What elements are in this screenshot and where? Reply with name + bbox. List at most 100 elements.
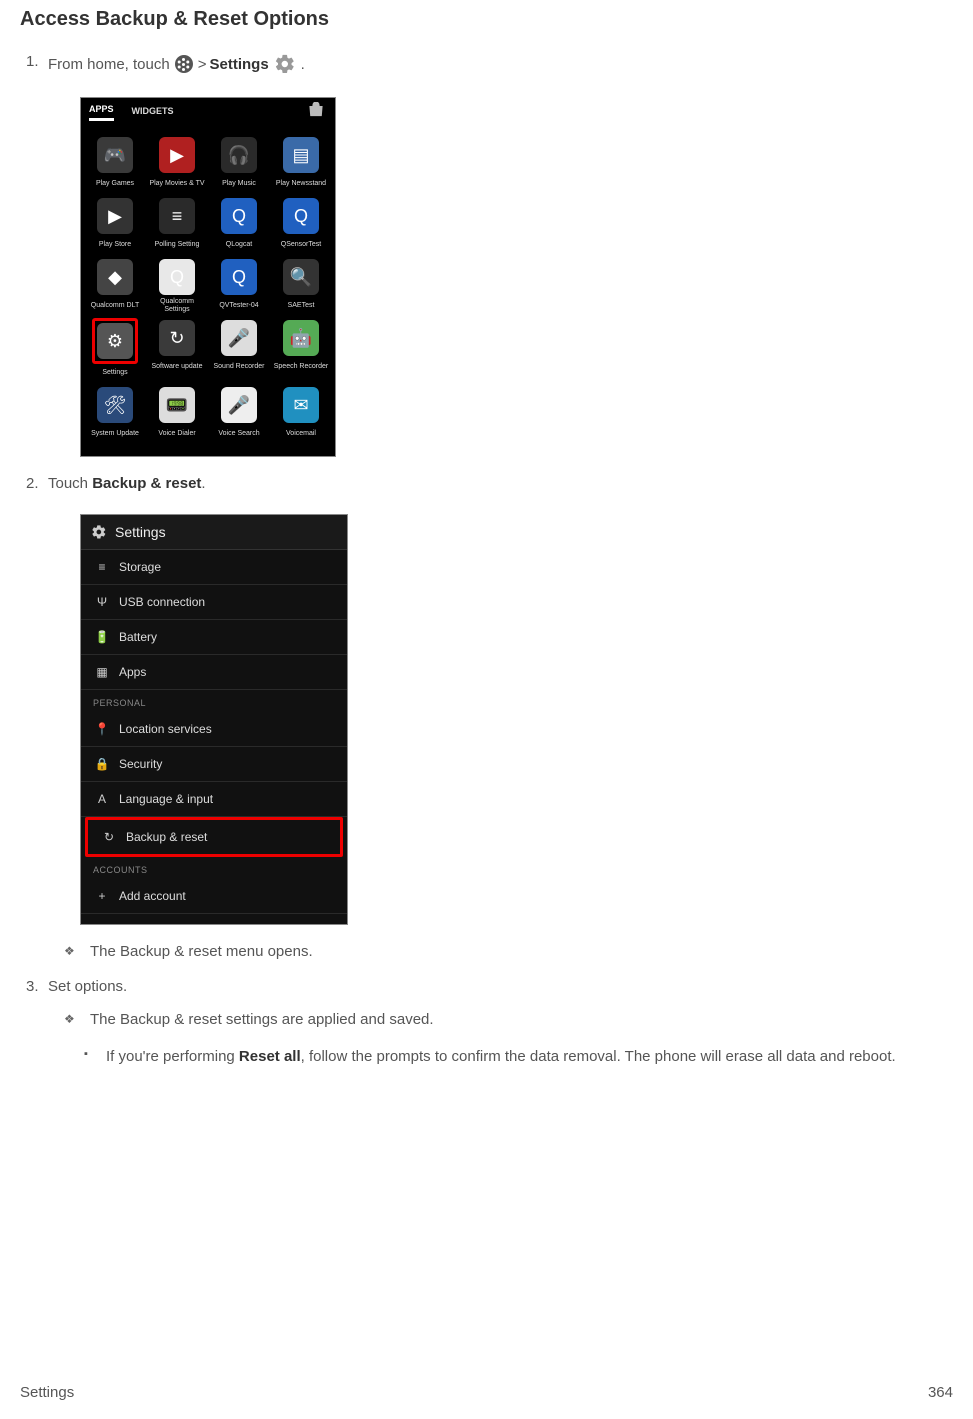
app-qualcomm-settings[interactable]: Q Qualcomm Settings (147, 259, 207, 314)
app-icon: 🤖 (283, 320, 319, 356)
settings-item-label: Storage (119, 560, 161, 574)
app-play-store[interactable]: ▶ Play Store (85, 198, 145, 253)
app-icon: ✉ (283, 387, 319, 423)
app-software-update[interactable]: ↻ Software update (147, 320, 207, 381)
steps-list: 1. From home, touch > Settings . APPS WI… (20, 53, 953, 1069)
section-personal: PERSONAL (81, 690, 347, 712)
page-heading: Access Backup & Reset Options (20, 8, 953, 31)
app-label: Play Games (96, 176, 134, 192)
app-icon: ↻ (159, 320, 195, 356)
step-text: Touch (48, 475, 92, 492)
app-label: QSensorTest (281, 237, 321, 253)
shop-icon[interactable] (307, 102, 325, 118)
app-icon: Q (159, 259, 195, 295)
app-play-newsstand[interactable]: ▤ Play Newsstand (271, 137, 331, 192)
tab-widgets[interactable]: WIDGETS (132, 106, 174, 120)
tabs-bar: APPS WIDGETS (81, 98, 335, 127)
step-text: . (201, 475, 205, 492)
app-qsensortest[interactable]: QQSensorTest (271, 198, 331, 253)
app-voice-dialer[interactable]: 📟Voice Dialer (147, 387, 207, 442)
step-text: Set options. (48, 978, 127, 995)
settings-item-label: Battery (119, 630, 157, 644)
app-voicemail[interactable]: ✉Voicemail (271, 387, 331, 442)
app-settings[interactable]: ⚙ Settings (85, 320, 145, 381)
settings-label: Settings (209, 56, 268, 73)
gear-icon (274, 53, 296, 75)
app-icon: Q (221, 259, 257, 295)
note-text: If you're performing Reset all, follow t… (106, 1046, 953, 1069)
backup-reset-label: Backup & reset (92, 475, 201, 492)
settings-item-icon: 📍 (95, 722, 109, 736)
app-qualcomm-dlt[interactable]: ◆Qualcomm DLT (85, 259, 145, 314)
app-speech-recorder[interactable]: 🤖Speech Recorder (271, 320, 331, 381)
app-label: Play Newsstand (276, 176, 326, 192)
step-3: 3. Set options. The Backup & reset setti… (48, 978, 953, 1069)
highlight-box: ⚙ (92, 318, 138, 364)
settings-item-language-input[interactable]: A Language & input (81, 782, 347, 817)
app-icon: Q (221, 198, 257, 234)
settings-item-icon: 🔒 (95, 757, 109, 771)
app-voice-search[interactable]: 🎤Voice Search (209, 387, 269, 442)
step-text: From home, touch (48, 56, 170, 73)
app-sound-recorder[interactable]: 🎤 Sound Recorder (209, 320, 269, 381)
app-polling-setting[interactable]: ≡Polling Setting (147, 198, 207, 253)
app-icon: ⚙ (97, 323, 133, 359)
settings-item-icon: ↻ (102, 830, 116, 844)
app-label: Play Music (222, 176, 256, 192)
settings-item-battery[interactable]: 🔋 Battery (81, 620, 347, 655)
settings-item-security[interactable]: 🔒 Security (81, 747, 347, 782)
app-label: Sound Recorder (214, 359, 265, 375)
settings-item-icon: + (95, 889, 109, 903)
app-label: SAETest (288, 298, 315, 314)
settings-item-label: Language & input (119, 792, 213, 806)
app-icon: 📟 (159, 387, 195, 423)
settings-item-label: Apps (119, 665, 146, 679)
note-text: The Backup & reset settings are applied … (90, 1011, 953, 1028)
settings-item-icon: Ψ (95, 595, 109, 609)
app-label: QLogcat (226, 237, 252, 253)
app-label: Polling Setting (155, 237, 200, 253)
app-icon: ▤ (283, 137, 319, 173)
app-icon: ▶ (97, 198, 133, 234)
settings-item-icon: A (95, 792, 109, 806)
app-label: Settings (102, 365, 127, 381)
settings-item-icon: ▦ (95, 665, 109, 679)
settings-item-label: Backup & reset (126, 830, 207, 844)
step-text: > (198, 56, 207, 73)
app-play-games[interactable]: 🎮 Play Games (85, 137, 145, 192)
settings-item-label: Add account (119, 889, 186, 903)
app-qvtester-04[interactable]: QQVTester-04 (209, 259, 269, 314)
app-icon: 🎮 (97, 137, 133, 173)
app-label: Play Store (99, 237, 131, 253)
settings-item-backup-reset[interactable]: ↻ Backup & reset (85, 817, 343, 857)
tab-apps[interactable]: APPS (89, 104, 114, 121)
app-icon: 🛠 (97, 387, 133, 423)
app-label: Play Movies & TV (149, 176, 204, 192)
app-system-update[interactable]: 🛠 System Update (85, 387, 145, 442)
app-icon: ◆ (97, 259, 133, 295)
app-saetest[interactable]: 🔍 SAETest (271, 259, 331, 314)
app-label: System Update (91, 426, 139, 442)
app-play-music[interactable]: 🎧Play Music (209, 137, 269, 192)
app-qlogcat[interactable]: Q QLogcat (209, 198, 269, 253)
settings-item-apps[interactable]: ▦ Apps (81, 655, 347, 690)
app-play-movies-tv[interactable]: ▶Play Movies & TV (147, 137, 207, 192)
page-footer: Settings 364 (20, 1384, 953, 1401)
settings-item-add-account[interactable]: + Add account (81, 879, 347, 914)
app-label: Qualcomm Settings (147, 298, 207, 314)
footer-page-number: 364 (928, 1384, 953, 1401)
settings-item-usb-connection[interactable]: ΨUSB connection (81, 585, 347, 620)
settings-item-location-services[interactable]: 📍Location services (81, 712, 347, 747)
apps-icon (175, 55, 193, 73)
step-text: . (301, 56, 305, 73)
apps-screenshot: APPS WIDGETS 🎮Play Games▶Play Movies & T… (80, 97, 336, 457)
settings-item-storage[interactable]: ≡Storage (81, 550, 347, 585)
settings-item-icon: 🔋 (95, 630, 109, 644)
app-icon: 🔍 (283, 259, 319, 295)
note-text: The Backup & reset menu opens. (90, 943, 953, 960)
app-icon: 🎤 (221, 320, 257, 356)
footer-section: Settings (20, 1384, 74, 1401)
app-label: Software update (152, 359, 203, 375)
settings-item-label: Security (119, 757, 162, 771)
step-2: 2. Touch Backup & reset. Settings ≡Stora… (48, 475, 953, 960)
